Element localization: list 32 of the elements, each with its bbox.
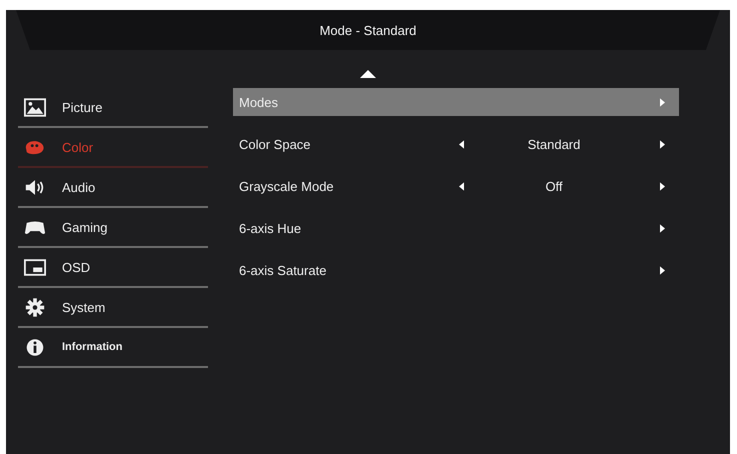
setting-label: 6-axis Saturate (239, 262, 328, 278)
osd-title: Mode - Standard (320, 22, 416, 38)
menu-row[interactable]: Modes (233, 88, 679, 116)
setting-label: Grayscale Mode (239, 178, 335, 194)
window-icon (24, 258, 46, 276)
setting-value: Standard (526, 136, 582, 152)
left-arrow-icon[interactable] (459, 182, 464, 190)
info-icon (24, 338, 46, 356)
gear-icon (24, 298, 46, 316)
menu-row[interactable]: Color Space Standard (233, 130, 679, 158)
menu-row[interactable]: 6-axis Saturate (233, 256, 679, 284)
right-arrow-icon[interactable] (660, 224, 665, 232)
sidebar-item[interactable]: Audio (18, 168, 208, 208)
sidebar-item[interactable]: Information (18, 328, 208, 368)
sidebar-item[interactable]: Gaming (18, 208, 208, 248)
sidebar-item[interactable]: OSD (18, 248, 208, 288)
speaker-icon (24, 178, 46, 196)
sidebar-item[interactable]: Color (18, 128, 208, 168)
setting-label: Color Space (239, 136, 312, 152)
right-arrow-icon[interactable] (660, 266, 665, 274)
sidebar-item[interactable]: System (18, 288, 208, 328)
setting-label: 6-axis Hue (239, 220, 302, 236)
picture-icon (24, 98, 46, 116)
left-arrow-icon[interactable] (459, 140, 464, 148)
right-arrow-icon[interactable] (660, 140, 665, 148)
setting-label: Modes (239, 94, 280, 110)
scroll-up-icon[interactable] (360, 69, 376, 78)
right-arrow-icon[interactable] (660, 182, 665, 190)
sidebar-item[interactable]: Picture (18, 88, 208, 128)
menu-row[interactable]: Grayscale Mode Off (233, 172, 679, 200)
menu-row[interactable]: 6-axis Hue (233, 214, 679, 242)
setting-value: Off (544, 178, 564, 194)
